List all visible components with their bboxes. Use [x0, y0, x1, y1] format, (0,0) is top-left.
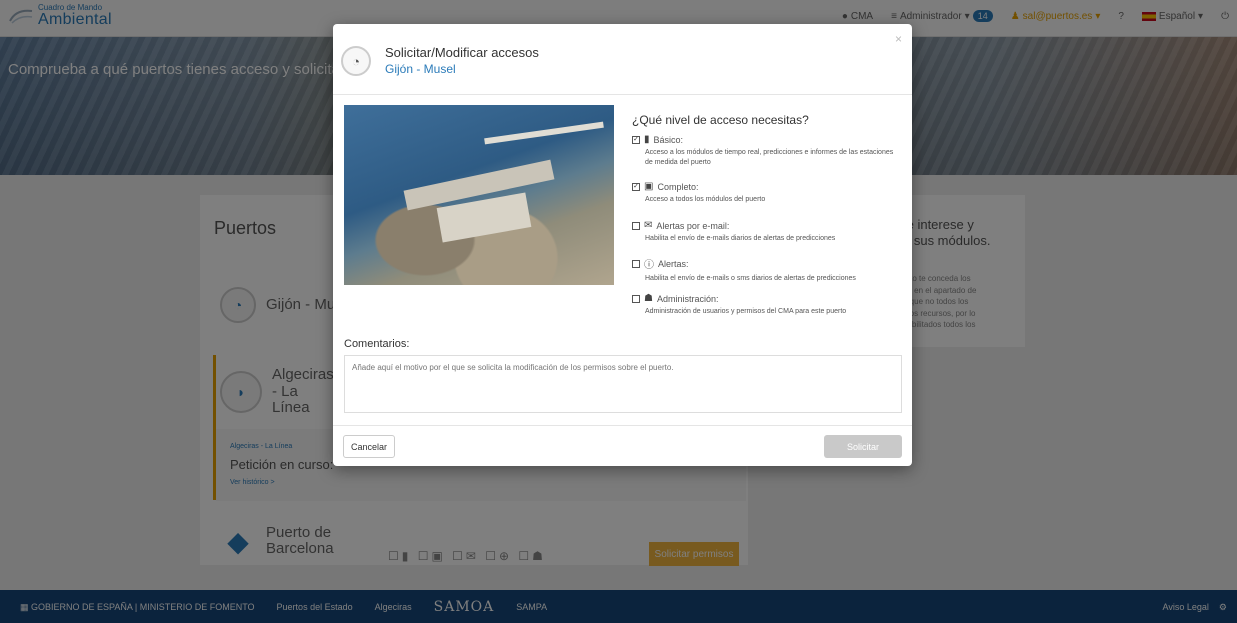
option-desc: Habilita el envío de e-mails diarios de …	[645, 235, 836, 242]
option-label: Completo:	[657, 181, 699, 192]
option-desc: Habilita el envío de e-mails o sms diari…	[645, 275, 856, 282]
option-completo: ✓ ▣ Completo: Acceso a todos los módulos d…	[632, 181, 902, 205]
comments-label: Comentarios:	[344, 338, 410, 350]
document-icon: ▣	[644, 181, 654, 192]
option-desc: Acceso a todos los módulos del puerto	[645, 196, 766, 203]
mail-icon: ✉	[644, 220, 653, 231]
checkbox-alertas[interactable]	[632, 259, 640, 268]
port-photo	[344, 105, 614, 285]
port-logo-icon: ◔	[341, 46, 371, 76]
modal-header: ◔ Solicitar/Modificar accesos Gijón - Mu…	[333, 24, 912, 95]
modal-footer: Cancelar Solicitar	[333, 425, 912, 466]
submit-button[interactable]: Solicitar	[824, 435, 902, 458]
option-label: Administración:	[656, 293, 719, 304]
checkbox-alertas-email[interactable]	[632, 221, 640, 230]
option-label: Alertas por e-mail:	[656, 220, 730, 231]
cancel-button[interactable]: Cancelar	[343, 435, 396, 458]
building-icon: ▮	[644, 134, 650, 145]
option-alertas: ⓘ Alertas: Habilita el envío de e-mails o…	[632, 256, 902, 284]
checkbox-administracion[interactable]	[632, 294, 640, 303]
comments-input[interactable]	[344, 355, 902, 413]
alert-icon: ⓘ	[644, 260, 654, 271]
option-basico: ✓ ▮ Básico: Acceso a los módulos de tiempo…	[632, 134, 902, 168]
checkbox-completo[interactable]: ✓	[632, 182, 640, 191]
option-label: Alertas:	[658, 258, 689, 269]
checkbox-basico[interactable]: ✓	[632, 135, 640, 144]
option-administracion: ☗ Administración: Administración de usuar…	[632, 293, 902, 317]
close-icon[interactable]: ×	[895, 32, 902, 46]
modal-subtitle: Gijón - Musel	[385, 62, 456, 76]
option-label: Básico:	[653, 134, 684, 145]
access-question: ¿Qué nivel de acceso necesitas?	[632, 113, 809, 127]
option-desc: Acceso a los módulos de tiempo real, pre…	[645, 149, 894, 166]
modal-title: Solicitar/Modificar accesos	[385, 45, 539, 60]
option-alertas-email: ✉ Alertas por e-mail: Habilita el envío d…	[632, 220, 902, 244]
access-modal: ◔ Solicitar/Modificar accesos Gijón - Mu…	[333, 24, 912, 466]
option-desc: Administración de usuarios y permisos de…	[645, 308, 847, 315]
admin-icon: ☗	[644, 293, 653, 304]
